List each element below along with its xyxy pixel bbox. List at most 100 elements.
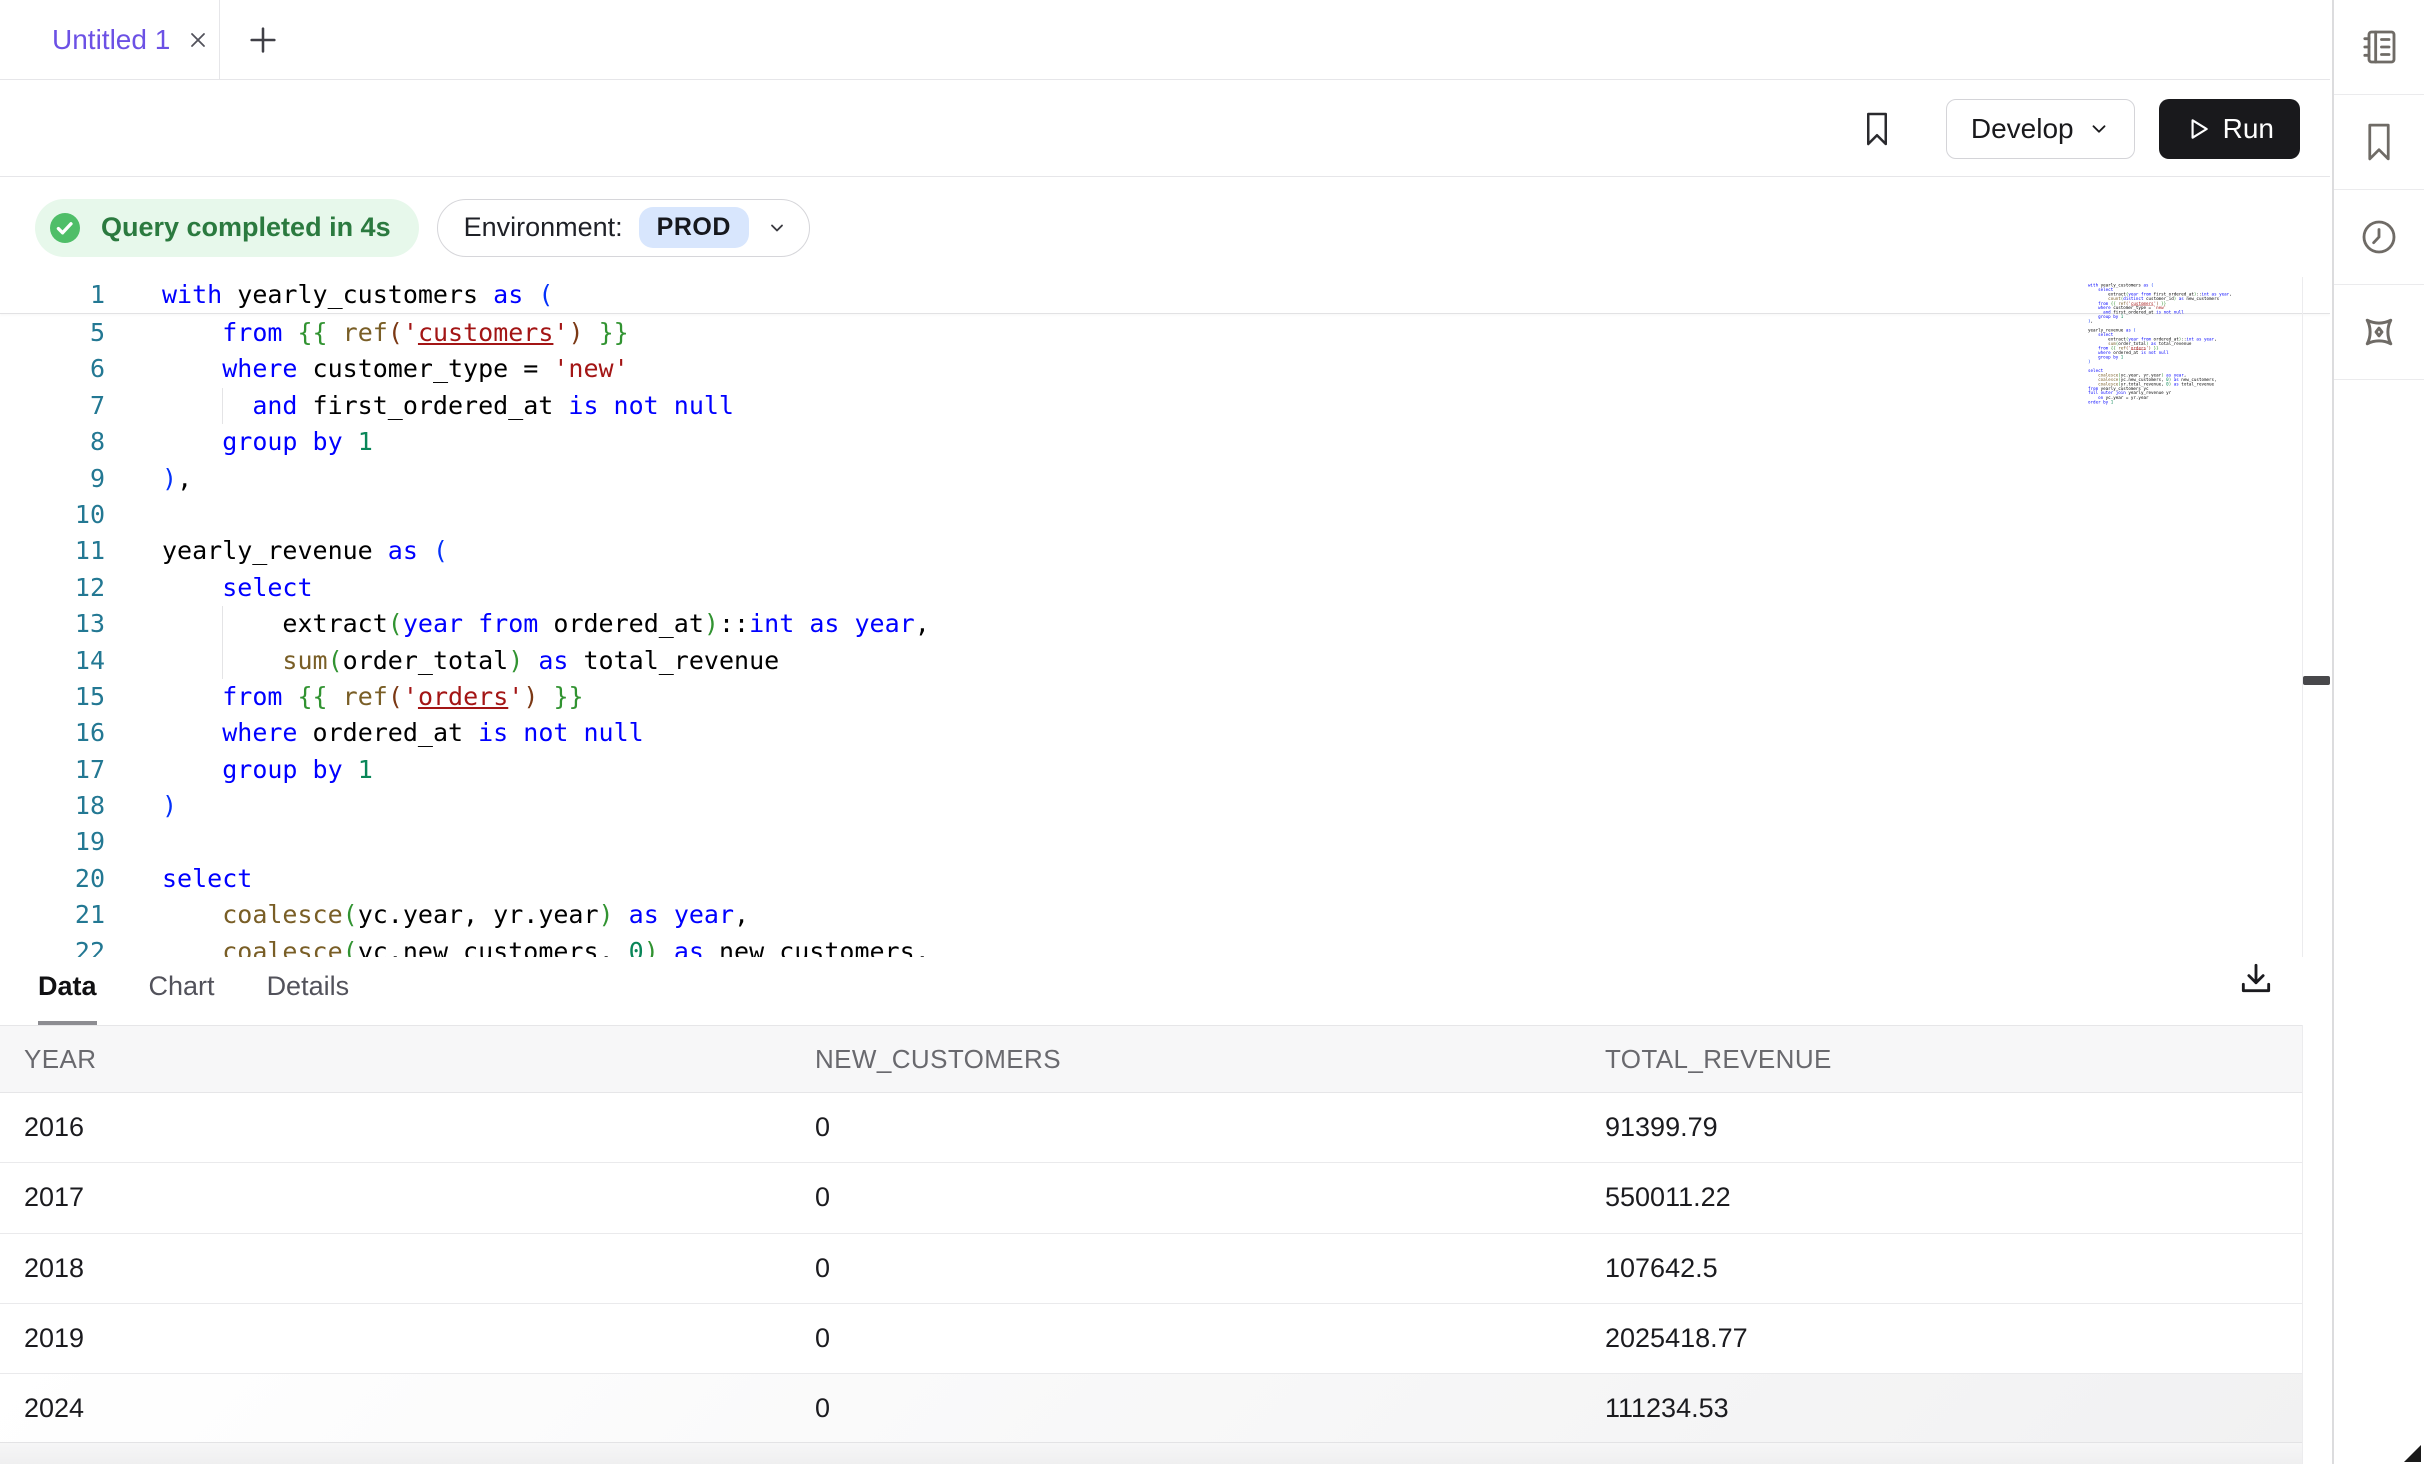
vertical-scrollbar-thumb[interactable]	[2303, 676, 2330, 685]
results-tab-details[interactable]: Details	[267, 957, 350, 1025]
table-cell: 0	[815, 1253, 1605, 1284]
table-cell: 91399.79	[1605, 1112, 2302, 1143]
line-number: 6	[0, 351, 105, 387]
code-line[interactable]: 18)	[0, 788, 2330, 824]
plus-icon	[246, 23, 280, 57]
results-panel: Data Chart Details YEARNEW_CUSTOMERSTOTAL_…	[0, 957, 2330, 1464]
table-row[interactable]: 201902025418.77	[0, 1304, 2302, 1374]
code-text: from {{ ref('customers') }}	[162, 315, 629, 351]
query-status-badge: Query completed in 4s	[35, 199, 419, 257]
line-number: 8	[0, 424, 105, 460]
download-button[interactable]	[2237, 959, 2275, 997]
results-tab-chart[interactable]: Chart	[149, 957, 215, 1025]
line-number: 10	[0, 497, 105, 533]
code-text: and first_ordered_at is not null	[162, 388, 734, 424]
results-tabs: Data Chart Details	[0, 957, 401, 1025]
table-cell: 2024	[24, 1393, 815, 1424]
results-tab-data[interactable]: Data	[38, 957, 97, 1025]
minimap[interactable]: with yearly_customers as ( select extrac…	[2088, 283, 2238, 428]
run-button[interactable]: Run	[2159, 99, 2300, 159]
code-line[interactable]: 9),	[0, 461, 2330, 497]
check-circle-icon	[47, 210, 83, 246]
line-number: 5	[0, 315, 105, 351]
code-text: select	[162, 861, 252, 897]
develop-dropdown[interactable]: Develop	[1946, 99, 2135, 159]
code-text: with yearly_customers as (	[162, 277, 553, 313]
table-cell: 2019	[24, 1323, 815, 1354]
code-editor[interactable]: 5 from {{ ref('customers') }}6 where cus…	[0, 277, 2330, 957]
results-scroll-gutter-border	[2302, 1025, 2303, 1464]
code-text: group by 1	[162, 424, 373, 460]
code-line[interactable]: 13 extract(year from ordered_at)::int as…	[0, 606, 2330, 642]
editor-scroll-gutter-border	[2302, 277, 2303, 957]
main-area: Untitled 1 Develop	[0, 0, 2330, 1464]
code-line[interactable]: 15 from {{ ref('orders') }}	[0, 679, 2330, 715]
code-text: yearly_revenue as (	[162, 533, 448, 569]
code-text: )	[162, 788, 177, 824]
bookmark-button[interactable]	[1862, 111, 1892, 147]
code-line[interactable]: 11yearly_revenue as (	[0, 533, 2330, 569]
tab-untitled-1[interactable]: Untitled 1	[0, 0, 220, 80]
table-row[interactable]: 20180107642.5	[0, 1234, 2302, 1304]
code-line[interactable]: 16 where ordered_at is not null	[0, 715, 2330, 751]
environment-selector[interactable]: Environment: PROD	[437, 199, 810, 257]
table-header-row: YEARNEW_CUSTOMERSTOTAL_REVENUE	[0, 1025, 2302, 1093]
environment-label: Environment:	[464, 212, 623, 243]
environment-value-pill: PROD	[639, 207, 749, 248]
close-icon[interactable]	[186, 28, 210, 52]
dbt-ide-app: Untitled 1 Develop	[0, 0, 2424, 1464]
table-cell: 107642.5	[1605, 1253, 2302, 1284]
code-text: ),	[162, 461, 192, 497]
compass-icon	[2358, 311, 2400, 353]
line-number: 14	[0, 643, 105, 679]
code-line[interactable]: 7 and first_ordered_at is not null	[0, 388, 2330, 424]
code-text: from {{ ref('orders') }}	[162, 679, 584, 715]
code-lines: 5 from {{ ref('customers') }}6 where cus…	[0, 315, 2330, 957]
table-cell: 0	[815, 1393, 1605, 1424]
code-line[interactable]: 22 coalesce(yc.new_customers, 0) as new_…	[0, 934, 2330, 957]
sidebar-item-notebook[interactable]	[2334, 0, 2424, 95]
line-number: 20	[0, 861, 105, 897]
line-number: 1	[0, 277, 105, 313]
table-row[interactable]: 20170550011.22	[0, 1163, 2302, 1233]
table-body: 2016091399.7920170550011.2220180107642.5…	[0, 1093, 2302, 1444]
code-line[interactable]: 21 coalesce(yc.year, yr.year) as year,	[0, 897, 2330, 933]
sidebar-item-history[interactable]	[2334, 190, 2424, 285]
line-number: 21	[0, 897, 105, 933]
table-row[interactable]: 20240111234.53	[0, 1374, 2302, 1444]
code-text: group by 1	[162, 752, 373, 788]
code-line[interactable]: 17 group by 1	[0, 752, 2330, 788]
table-cell: 550011.22	[1605, 1182, 2302, 1213]
sidebar-item-lineage[interactable]	[2334, 285, 2424, 380]
code-line[interactable]: 12 select	[0, 570, 2330, 606]
line-number: 22	[0, 934, 105, 957]
develop-label: Develop	[1971, 113, 2074, 145]
line-number: 13	[0, 606, 105, 642]
code-text: coalesce(yc.year, yr.year) as year,	[162, 897, 749, 933]
right-sidebar	[2332, 0, 2424, 1464]
tab-title: Untitled 1	[52, 24, 170, 56]
code-line[interactable]: 14 sum(order_total) as total_revenue	[0, 643, 2330, 679]
sidebar-item-bookmarks[interactable]	[2334, 95, 2424, 190]
query-status-text: Query completed in 4s	[101, 212, 391, 243]
table-row[interactable]: 2016091399.79	[0, 1093, 2302, 1163]
new-tab-button[interactable]	[246, 23, 280, 57]
line-number: 18	[0, 788, 105, 824]
horizontal-scrollbar[interactable]	[0, 1442, 2302, 1464]
code-line[interactable]: 19	[0, 824, 2330, 860]
code-line[interactable]: 6 where customer_type = 'new'	[0, 351, 2330, 387]
code-line[interactable]: 5 from {{ ref('customers') }}	[0, 315, 2330, 351]
code-line[interactable]: 1 with yearly_customers as (	[0, 277, 2330, 313]
toolbar: Develop Run	[0, 81, 2330, 177]
download-icon	[2237, 959, 2275, 997]
column-header: YEAR	[24, 1044, 815, 1075]
resize-grip[interactable]	[2404, 1445, 2421, 1462]
run-label: Run	[2223, 113, 2274, 145]
chevron-down-icon	[2088, 118, 2110, 140]
table-cell: 111234.53	[1605, 1393, 2302, 1424]
code-line[interactable]: 8 group by 1	[0, 424, 2330, 460]
sticky-scroll-line[interactable]: 1 with yearly_customers as (	[0, 277, 2330, 314]
code-line[interactable]: 10	[0, 497, 2330, 533]
code-line[interactable]: 20 select	[0, 861, 2330, 897]
line-number: 7	[0, 388, 105, 424]
